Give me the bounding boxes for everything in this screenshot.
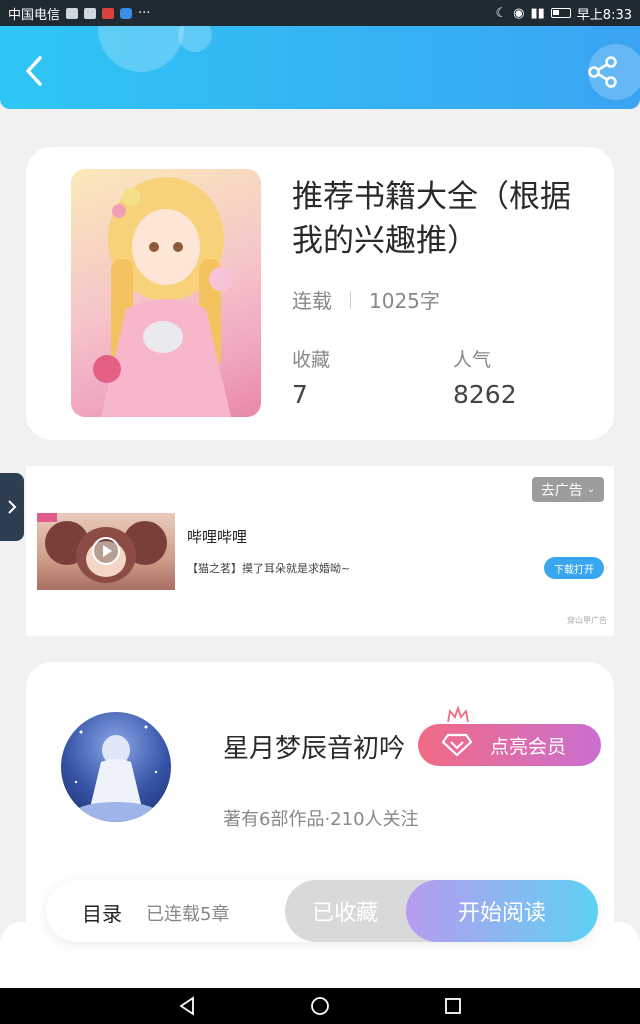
- ad-source-label: 穿山甲广告: [567, 616, 607, 625]
- author-name: 星月梦辰音初吟: [223, 734, 406, 764]
- share-icon: [588, 56, 617, 88]
- carrier-label: 中国电信: [8, 7, 61, 23]
- app-notification-icon: [120, 7, 133, 19]
- favorites-value: 7: [292, 380, 308, 409]
- remove-ad-button[interactable]: 去广告 ⌄: [532, 477, 604, 502]
- book-word-count: 1025字: [369, 289, 440, 313]
- back-button[interactable]: [18, 54, 52, 88]
- action-bar: 目录 已连载5章 已收藏 开始阅读: [46, 880, 598, 942]
- battery-icon: [550, 8, 571, 18]
- toc-button[interactable]: 目录: [82, 898, 122, 927]
- vip-label: 点亮会员: [490, 735, 567, 758]
- signal-app-icon: [66, 7, 79, 19]
- book-cover-image[interactable]: [71, 169, 261, 417]
- circle-home-icon: [311, 997, 329, 1015]
- moon-icon: ☾: [495, 5, 508, 21]
- app-badge-icon: [102, 7, 115, 19]
- vip-button[interactable]: 点亮会员: [418, 706, 601, 766]
- ad-banner[interactable]: 去广告 ⌄ 哔哩哔哩 【猫之茗】摸了耳朵就是求婚呦~ 下载打开 穿山甲广告: [26, 466, 614, 636]
- cover-illustration: [93, 177, 233, 417]
- ad-description: 【猫之茗】摸了耳朵就是求婚呦~: [187, 562, 351, 575]
- favorites-label: 收藏: [292, 349, 331, 371]
- nav-back-button[interactable]: [175, 994, 199, 1018]
- system-nav-bar: [0, 988, 640, 1024]
- crown-icon: [447, 706, 469, 723]
- popularity-value: 8262: [453, 380, 517, 409]
- avatar-illustration: [74, 725, 158, 822]
- popularity-label: 人气: [453, 349, 492, 371]
- author-stats: 著有6部作品·210人关注: [223, 809, 419, 830]
- side-drawer-toggle[interactable]: [0, 473, 24, 541]
- book-title: 推荐书籍大全（根据我的兴趣推）: [292, 179, 571, 259]
- chevron-down-icon: ⌄: [586, 484, 596, 495]
- chevron-right-icon: [8, 500, 17, 514]
- book-status: 连载: [292, 289, 332, 313]
- share-button[interactable]: [588, 56, 618, 88]
- status-bar: 中国电信 ··· ☾ ◉ ▮▮ 早上8:33: [0, 0, 640, 26]
- book-meta: 连载 1025字: [292, 285, 440, 314]
- diamond-icon: [442, 733, 472, 757]
- nav-home-button[interactable]: [308, 994, 332, 1018]
- book-info-card: 推荐书籍大全（根据我的兴趣推） 连载 1025字 收藏 7 人气 8262: [26, 147, 614, 440]
- clock: 早上8:33: [576, 7, 632, 23]
- chapter-count: 已连载5章: [146, 904, 230, 925]
- header-bar: [0, 26, 640, 109]
- remove-ad-label: 去广告: [540, 482, 583, 499]
- triangle-back-icon: [179, 996, 194, 1016]
- nav-recents-button[interactable]: [441, 994, 465, 1018]
- author-avatar[interactable]: [61, 712, 171, 822]
- start-reading-button[interactable]: 开始阅读: [406, 880, 598, 942]
- play-icon: [92, 537, 120, 565]
- decor-bubble: [98, 26, 184, 72]
- more-notifications: ···: [138, 5, 151, 21]
- meta-divider: [350, 290, 351, 309]
- ad-download-button[interactable]: 下载打开: [544, 557, 604, 579]
- signal-icon: ▮▮: [530, 5, 545, 21]
- ad-video-thumbnail[interactable]: [37, 513, 175, 590]
- square-recents-icon: [445, 998, 462, 1014]
- chevron-left-icon: [26, 56, 42, 86]
- decor-bubble: [178, 26, 212, 52]
- notification-icon: [84, 7, 97, 19]
- ad-title: 哔哩哔哩: [187, 528, 248, 546]
- eye-icon: ◉: [513, 5, 525, 21]
